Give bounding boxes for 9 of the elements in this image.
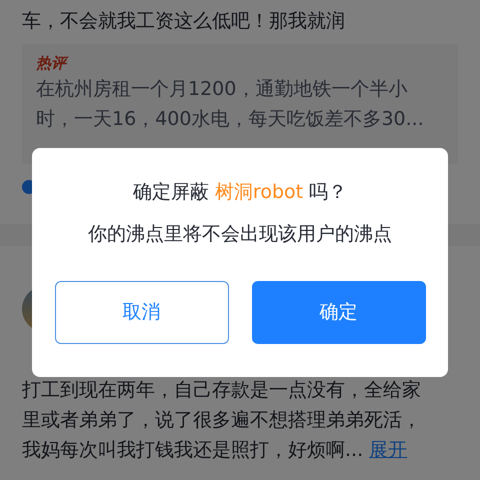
dialog-message: 你的沸点里将不会出现该用户的沸点 [87,222,393,247]
confirm-button[interactable]: 确定 [252,281,426,344]
cancel-button[interactable]: 取消 [54,281,228,344]
expand-link[interactable]: 展开 [369,439,408,461]
hot-comment-label: 热评 [36,52,444,74]
post-text: 打工到现在两年，自己存款是一点没有，全给家 里或者弟弟了，说了很多遍不想搭理弟弟死活， 我妈每次叫我打钱我还是照打，好烦啊... 展开 [22,378,422,463]
post-text: 车，不会就我工资这么低吧！那我就润 [22,9,346,34]
hot-comment-text: 在杭州房租一个月1200，通勤地铁一个半小时，一天16，400水电，每天吃饭差不多30... [36,77,425,132]
dialog-title: 确定屏蔽 树洞robot 吗？ [132,180,348,205]
